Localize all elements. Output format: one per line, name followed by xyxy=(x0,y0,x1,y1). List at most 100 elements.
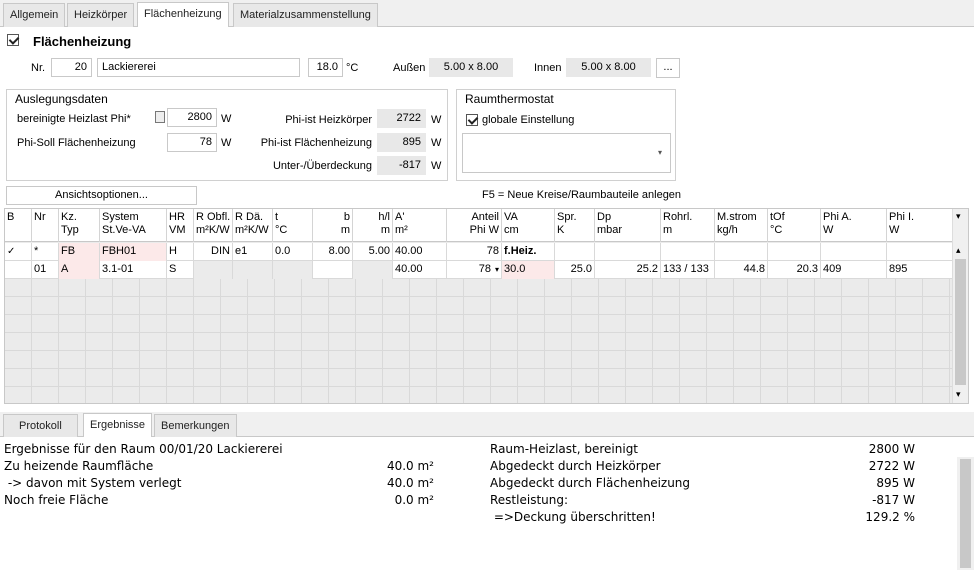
col-system[interactable]: System St.Ve-VA xyxy=(100,209,167,242)
row1-tof[interactable] xyxy=(768,243,821,261)
temperature-input[interactable]: 18.0 xyxy=(308,58,343,77)
flaechenheizung-checkbox[interactable] xyxy=(7,34,19,46)
col-nr[interactable]: Nr xyxy=(32,209,59,242)
chevron-down-icon: ▾ xyxy=(494,265,499,274)
col-hr[interactable]: HR VM xyxy=(167,209,194,242)
col-t[interactable]: t °C xyxy=(273,209,313,242)
auslegungsdaten-title: Auslegungsdaten xyxy=(15,92,108,106)
room-name-input[interactable]: Lackiererei xyxy=(97,58,300,77)
row1-spr[interactable] xyxy=(555,243,595,261)
nr-input[interactable]: 20 xyxy=(51,58,92,77)
ansichtsoptionen-button[interactable]: Ansichtsoptionen... xyxy=(6,186,197,205)
table-row[interactable]: ✓ * FB FBH01 H DIN e1 0.0 8.00 5.00 40.0… xyxy=(5,243,953,261)
globale-einstellung-checkbox[interactable] xyxy=(466,114,478,126)
phisoll-input[interactable]: 78 xyxy=(167,133,217,152)
unterdeckung-value: -817 xyxy=(377,156,426,175)
row2-rohrl[interactable]: 133 / 133 xyxy=(661,261,715,279)
row2-a[interactable]: 40.00 xyxy=(393,261,447,279)
row2-mstrom[interactable]: 44.8 xyxy=(715,261,768,279)
innen-value: 5.00 x 8.00 xyxy=(566,58,651,77)
row2-r-dae xyxy=(233,261,273,279)
row2-spr[interactable]: 25.0 xyxy=(555,261,595,279)
row1-b[interactable]: ✓ xyxy=(5,243,32,261)
row1-rohrl[interactable] xyxy=(661,243,715,261)
col-phi-a[interactable]: Phi A. W xyxy=(821,209,887,242)
row1-mstrom[interactable] xyxy=(715,243,768,261)
row1-hr[interactable]: H xyxy=(167,243,194,261)
results-scrollbar-thumb[interactable] xyxy=(960,459,971,568)
row2-phi-a[interactable]: 409 xyxy=(821,261,887,279)
row1-a[interactable]: 40.00 xyxy=(393,243,447,261)
tab-protokoll[interactable]: Protokoll xyxy=(3,414,78,437)
col-r-obfl[interactable]: R Obfl. m²K/W xyxy=(194,209,233,242)
row2-anteil-select[interactable]: 78 ▾ xyxy=(447,261,502,279)
chevron-up-icon[interactable]: ▴ xyxy=(956,245,961,256)
row2-nr[interactable]: 01 xyxy=(32,261,59,279)
col-r-dae[interactable]: R Dä. m²K/W xyxy=(233,209,273,242)
row2-b-width[interactable] xyxy=(313,261,353,279)
tab-bemerkungen[interactable]: Bemerkungen xyxy=(154,414,237,437)
result-value: 129.2 % xyxy=(865,510,915,524)
col-va[interactable]: VA cm xyxy=(502,209,555,242)
col-b-width[interactable]: bm xyxy=(313,209,353,242)
tab-flaechenheizung[interactable]: Flächenheizung xyxy=(137,2,229,27)
row2-phi-i[interactable]: 895 xyxy=(887,261,953,279)
row2-anteil: 78 xyxy=(478,263,491,275)
heizlast-label: bereinigte Heizlast Phi* xyxy=(17,113,131,125)
row2-hr[interactable]: S xyxy=(167,261,194,279)
col-mstrom[interactable]: M.strom kg/h xyxy=(715,209,768,242)
row2-va[interactable]: 30.0 xyxy=(502,261,555,279)
row1-dp[interactable] xyxy=(595,243,661,261)
row1-system[interactable]: FBH01 xyxy=(100,243,167,261)
row1-h-l[interactable]: 5.00 xyxy=(353,243,393,261)
row1-r-obfl[interactable]: DIN xyxy=(194,243,233,261)
col-kz[interactable]: Kz. Typ xyxy=(59,209,100,242)
col-rohrl[interactable]: Rohrl. m xyxy=(661,209,715,242)
col-spr[interactable]: Spr. K xyxy=(555,209,595,242)
row2-b[interactable] xyxy=(5,261,32,279)
col-tof[interactable]: tOf °C xyxy=(768,209,821,242)
results-scrollbar[interactable] xyxy=(957,457,974,570)
thermostat-select[interactable]: ▾ xyxy=(462,133,671,173)
row2-kz[interactable]: A xyxy=(59,261,100,279)
tab-allgemein[interactable]: Allgemein xyxy=(3,3,66,27)
col-b[interactable]: B xyxy=(5,209,32,242)
row1-va[interactable]: f.Heiz. xyxy=(502,243,555,261)
tab-heizkoerper[interactable]: Heizkörper xyxy=(67,3,135,27)
row2-t xyxy=(273,261,313,279)
tab-materialzusammenstellung[interactable]: Materialzusammenstellung xyxy=(233,3,378,27)
aussen-value: 5.00 x 8.00 xyxy=(429,58,513,77)
result-value: 2800 W xyxy=(868,442,915,456)
scrollbar-thumb[interactable] xyxy=(955,259,966,385)
col-dp[interactable]: Dp mbar xyxy=(595,209,661,242)
heating-circuits-grid: B Nr Kz. Typ System St.Ve-VA HR VM R Obfl. m… xyxy=(4,208,969,404)
col-phi-i[interactable]: Phi I. W xyxy=(887,209,953,242)
row1-kz[interactable]: FB xyxy=(59,243,100,261)
result-label: Abgedeckt durch Heizkörper xyxy=(490,459,661,473)
result-label: Abgedeckt durch Flächenheizung xyxy=(490,476,691,490)
row1-anteil[interactable]: 78 xyxy=(447,243,502,261)
col-anteil[interactable]: Anteil Phi W xyxy=(447,209,502,242)
section-title: Flächenheizung xyxy=(33,34,132,49)
heizlast-input[interactable]: 2800 xyxy=(167,108,217,127)
col-a[interactable]: A' m² xyxy=(393,209,447,242)
row2-tof[interactable]: 20.3 xyxy=(768,261,821,279)
row1-phi-i[interactable] xyxy=(887,243,953,261)
grid-options-icon[interactable]: ▾ xyxy=(956,211,961,222)
row1-nr[interactable]: * xyxy=(32,243,59,261)
row2-dp[interactable]: 25.2 xyxy=(595,261,661,279)
chevron-down-icon[interactable]: ▾ xyxy=(956,389,961,400)
table-row[interactable]: 01 A 3.1-01 S 40.00 78 ▾ 30.0 25.0 25.2 … xyxy=(5,261,953,279)
grid-scrollbar[interactable]: ▾ ▴ ▾ xyxy=(952,209,968,403)
row1-t[interactable]: 0.0 xyxy=(273,243,313,261)
grid-header: B Nr Kz. Typ System St.Ve-VA HR VM R Obfl. m… xyxy=(5,209,953,242)
phiist-flaechenheizung-value: 895 xyxy=(377,133,426,152)
col-h-l[interactable]: h/l m xyxy=(353,209,393,242)
more-button[interactable]: ... xyxy=(656,58,680,78)
tab-ergebnisse[interactable]: Ergebnisse xyxy=(83,413,153,437)
row2-system[interactable]: 3.1-01 xyxy=(100,261,167,279)
row1-r-dae[interactable]: e1 xyxy=(233,243,273,261)
row1-b-width[interactable]: 8.00 xyxy=(313,243,353,261)
calculator-icon[interactable] xyxy=(155,111,165,123)
row1-phi-a[interactable] xyxy=(821,243,887,261)
